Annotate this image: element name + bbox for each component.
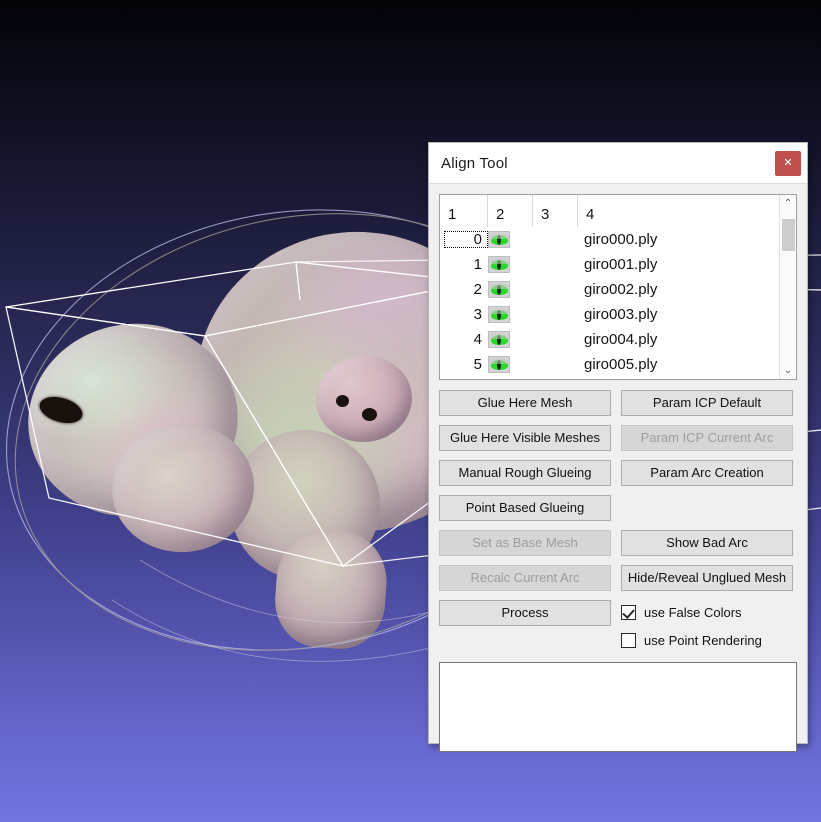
left-button-column: Glue Here Mesh Glue Here Visible Meshes Ma… (439, 390, 611, 656)
eye-icon[interactable] (488, 306, 510, 323)
row-index[interactable]: 1 (440, 256, 488, 273)
eye-icon[interactable] (488, 231, 510, 248)
column-header-1[interactable]: 1 (440, 195, 488, 227)
right-button-column: Param ICP Default Param ICP Current Arc Pa… (621, 390, 793, 656)
recalc-current-arc-button: Recalc Current Arc (439, 565, 611, 591)
show-bad-arc-button[interactable]: Show Bad Arc (621, 530, 793, 556)
table-row[interactable]: 4 giro004.ply (440, 327, 779, 352)
mesh-file-name[interactable]: giro000.ply (578, 231, 779, 248)
set-as-base-mesh-button: Set as Base Mesh (439, 530, 611, 556)
eye-icon[interactable] (488, 331, 510, 348)
row-index[interactable]: 3 (440, 306, 488, 323)
checkbox-unchecked-icon[interactable] (621, 633, 636, 648)
scrollbar-thumb[interactable] (782, 219, 795, 251)
checkbox-label: use Point Rendering (644, 633, 762, 648)
checkbox-use-point-rendering[interactable]: use Point Rendering (621, 628, 793, 652)
mesh-list-rows: 0 giro000.ply 1 giro001.ply 2 giro002.ply 3 gir… (440, 227, 779, 379)
point-based-glueing-button[interactable]: Point Based Glueing (439, 495, 611, 521)
column-header-2[interactable]: 2 (488, 195, 533, 227)
dialog-title: Align Tool (441, 155, 508, 172)
action-button-area: Glue Here Mesh Glue Here Visible Meshes Ma… (439, 390, 797, 656)
mesh-list-scrollbar[interactable]: ⌃ ⌄ (779, 195, 796, 379)
visibility-toggle-cell[interactable] (488, 331, 533, 348)
visibility-toggle-cell[interactable] (488, 231, 533, 248)
visibility-toggle-cell[interactable] (488, 356, 533, 373)
dialog-body: 1 2 3 4 0 giro000.ply 1 giro001.ply 2 giro002… (429, 184, 807, 762)
param-arc-creation-button[interactable]: Param Arc Creation (621, 460, 793, 486)
process-button[interactable]: Process (439, 600, 611, 626)
table-row[interactable]: 1 giro001.ply (440, 252, 779, 277)
row-index[interactable]: 4 (440, 331, 488, 348)
eye-icon[interactable] (488, 256, 510, 273)
table-row[interactable]: 0 giro000.ply (440, 227, 779, 252)
param-icp-current-arc-button: Param ICP Current Arc (621, 425, 793, 451)
row-index[interactable]: 2 (440, 281, 488, 298)
mesh-file-name[interactable]: giro003.ply (578, 306, 779, 323)
app-root: Align Tool ✕ 1 2 3 4 0 giro000.ply 1 giro00… (0, 0, 821, 822)
glue-here-mesh-button[interactable]: Glue Here Mesh (439, 390, 611, 416)
table-row[interactable]: 5 giro005.ply (440, 352, 779, 377)
button-gap (621, 495, 793, 521)
row-index[interactable]: 5 (440, 356, 488, 373)
table-row[interactable]: 3 giro003.ply (440, 302, 779, 327)
checkbox-checked-icon[interactable] (621, 605, 636, 620)
mesh-list[interactable]: 1 2 3 4 0 giro000.ply 1 giro001.ply 2 giro002… (439, 194, 797, 380)
row-index[interactable]: 0 (444, 231, 488, 248)
mesh-file-name[interactable]: giro004.ply (578, 331, 779, 348)
close-icon[interactable]: ✕ (775, 151, 801, 176)
visibility-toggle-cell[interactable] (488, 281, 533, 298)
glue-here-visible-meshes-button[interactable]: Glue Here Visible Meshes (439, 425, 611, 451)
align-tool-dialog: Align Tool ✕ 1 2 3 4 0 giro000.ply 1 giro00… (428, 142, 808, 744)
mesh-list-header: 1 2 3 4 (440, 195, 796, 227)
column-header-3[interactable]: 3 (533, 195, 578, 227)
mesh-file-name[interactable]: giro005.ply (578, 356, 779, 373)
log-output-box[interactable] (439, 662, 797, 752)
eye-icon[interactable] (488, 356, 510, 373)
mesh-surface-edges (112, 560, 470, 661)
mesh-file-name[interactable]: giro001.ply (578, 256, 779, 273)
manual-rough-glueing-button[interactable]: Manual Rough Glueing (439, 460, 611, 486)
checkbox-use-false-colors[interactable]: use False Colors (621, 600, 793, 624)
column-header-4[interactable]: 4 (578, 195, 796, 227)
visibility-toggle-cell[interactable] (488, 306, 533, 323)
visibility-toggle-cell[interactable] (488, 256, 533, 273)
checkbox-label: use False Colors (644, 605, 742, 620)
scroll-up-icon[interactable]: ⌃ (780, 195, 796, 212)
mesh-file-name[interactable]: giro002.ply (578, 281, 779, 298)
param-icp-default-button[interactable]: Param ICP Default (621, 390, 793, 416)
scroll-down-icon[interactable]: ⌄ (780, 362, 796, 379)
table-row[interactable]: 2 giro002.ply (440, 277, 779, 302)
hide-reveal-unglued-mesh-button[interactable]: Hide/Reveal Unglued Mesh (621, 565, 793, 591)
eye-icon[interactable] (488, 281, 510, 298)
dialog-title-bar[interactable]: Align Tool ✕ (429, 143, 807, 184)
